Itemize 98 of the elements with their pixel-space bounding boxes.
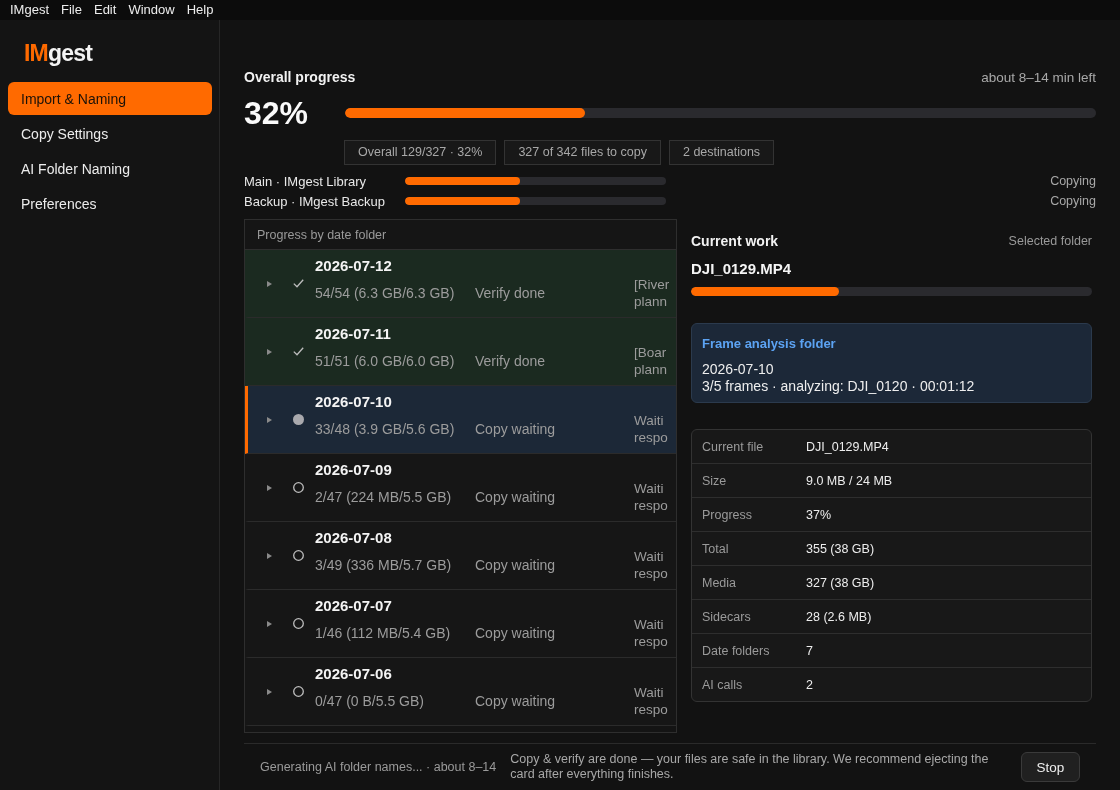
stop-button[interactable]: Stop: [1021, 752, 1080, 782]
folder-date: 2026-07-11: [315, 324, 392, 344]
folder-note: respo: [634, 497, 668, 514]
file-name: DJI_0129.MP4: [691, 259, 793, 279]
menu-item[interactable]: Help: [186, 2, 214, 18]
status-text: Generating AI folder names... · about 8–14: [260, 760, 497, 774]
nav-item[interactable]: Copy Settings: [8, 117, 212, 150]
detail-value: 9.0 MB / 24 MB: [806, 473, 894, 488]
circle-outline-icon: [293, 618, 304, 629]
folder-row[interactable]: 2026-07-10 33/48 (3.9 GB/5.6 GB) Copy waiting Waiti respo: [245, 386, 676, 454]
detail-value: 37%: [806, 507, 833, 522]
folder-counts: 1/46 (112 MB/5.4 GB): [315, 625, 452, 641]
section-title: Current work: [691, 233, 779, 249]
folder-counts: 3/49 (336 MB/5.7 GB): [315, 557, 453, 573]
detail-label: Total: [702, 541, 730, 556]
folder-row[interactable]: 2026-07-12 54/54 (6.3 GB/6.3 GB) Verify done [River plann: [245, 250, 676, 318]
folder-status: Copy waiting: [475, 625, 557, 641]
folder-date: 2026-07-12: [315, 256, 393, 276]
detail-value: 327 (38 GB): [806, 575, 876, 590]
folder-date: 2026-07-09: [315, 460, 393, 480]
scope-text: Selected folder: [1008, 234, 1092, 248]
folder-counts: 2/47 (224 MB/5.5 GB): [315, 489, 453, 505]
menu-item[interactable]: Window: [128, 2, 175, 18]
caret-icon[interactable]: [267, 688, 272, 695]
caret-icon[interactable]: [267, 552, 272, 559]
menu-item[interactable]: IMgest: [10, 2, 49, 18]
circle-outline-icon: [293, 550, 304, 561]
caret-icon[interactable]: [267, 620, 272, 627]
folder-status: Copy waiting: [475, 693, 557, 709]
destination-name: Main · IMgest Library: [244, 173, 368, 189]
destination-status: Copying: [1050, 194, 1096, 208]
detail-label: Sidecars: [702, 609, 752, 624]
section-title: Overall progress: [244, 69, 356, 85]
folder-status: Verify done: [475, 353, 547, 369]
circle-outline-icon: [293, 482, 304, 493]
caret-icon[interactable]: [267, 348, 272, 355]
detail-label: Media: [702, 575, 738, 590]
menu-item[interactable]: File: [61, 2, 82, 18]
percent-text: 32%: [244, 94, 310, 133]
folder-note: [River: [634, 276, 670, 293]
stat-chip: 2 destinations: [668, 140, 775, 165]
card-text: 2026-07-10: [702, 361, 775, 378]
folder-note: respo: [634, 429, 668, 446]
caret-icon[interactable]: [267, 280, 272, 287]
app-logo: IMgest: [24, 40, 93, 66]
folder-date: 2026-07-07: [315, 596, 393, 616]
caret-icon[interactable]: [267, 484, 272, 491]
folder-row[interactable]: 2026-07-11 51/51 (6.0 GB/6.0 GB) Verify done [Boar plann: [245, 318, 676, 386]
folder-note: respo: [634, 701, 668, 718]
folder-note: Waiti: [634, 480, 665, 497]
detail-label: Progress: [702, 507, 754, 522]
time-left-text: about 8–14 min left: [981, 69, 1096, 85]
nav-item[interactable]: Import & Naming: [8, 82, 212, 115]
folder-note: plann: [634, 361, 668, 378]
check-icon: [293, 279, 304, 288]
detail-label: Date folders: [702, 643, 771, 658]
notice-text: Copy & verify are done — your files are safe in the library. We recommend ejecting the card after everything finishes.: [510, 752, 990, 782]
stat-chip: 327 of 342 files to copy: [504, 140, 661, 165]
folder-note: plann: [634, 293, 669, 310]
folder-note: Waiti: [634, 548, 665, 565]
folder-date: 2026-07-08: [315, 528, 393, 548]
detail-value: DJI_0129.MP4: [806, 439, 890, 454]
detail-label: Current file: [702, 439, 765, 454]
folder-status: Copy waiting: [475, 421, 557, 437]
caret-icon[interactable]: [267, 416, 272, 423]
card-title: Frame analysis folder: [702, 336, 837, 352]
circle-outline-icon: [293, 686, 304, 697]
folder-counts: 51/51 (6.0 GB/6.0 GB): [315, 353, 456, 369]
menu-item[interactable]: Edit: [93, 2, 117, 18]
folder-counts: 54/54 (6.3 GB/6.3 GB): [315, 285, 456, 301]
detail-value: 355 (38 GB): [806, 541, 876, 556]
folder-note: Waiti: [634, 616, 665, 633]
folder-status: Verify done: [475, 285, 547, 301]
destination-name: Backup · IMgest Backup: [244, 193, 386, 209]
check-icon: [293, 347, 304, 356]
detail-value: 2: [806, 677, 814, 692]
folder-note: Waiti: [634, 412, 665, 429]
panel-title: Progress by date folder: [257, 227, 387, 242]
card-text: 3/5 frames · analyzing: DJI_0120 · 00:01:12: [702, 378, 976, 395]
folder-status: Copy waiting: [475, 557, 557, 573]
folder-note: respo: [634, 565, 668, 582]
folder-date: 2026-07-10: [315, 392, 393, 412]
folder-note: Waiti: [634, 684, 665, 701]
folder-status: Copy waiting: [475, 489, 557, 505]
nav-item[interactable]: Preferences: [8, 187, 212, 220]
nav-item[interactable]: AI Folder Naming: [8, 152, 212, 185]
detail-label: AI calls: [702, 677, 744, 692]
folder-counts: 33/48 (3.9 GB/5.6 GB): [315, 421, 456, 437]
detail-value: 7: [806, 643, 814, 658]
detail-label: Size: [702, 473, 728, 488]
stat-chip: Overall 129/327 · 32%: [344, 140, 497, 165]
folder-counts: 0/47 (0 B/5.5 GB): [315, 693, 425, 709]
filled-circle-icon: [293, 414, 304, 425]
detail-value: 28 (2.6 MB): [806, 609, 873, 624]
destination-status: Copying: [1050, 174, 1096, 188]
folder-note: respo: [634, 633, 668, 650]
folder-note: [Boar: [634, 344, 668, 361]
folder-date: 2026-07-06: [315, 664, 393, 684]
